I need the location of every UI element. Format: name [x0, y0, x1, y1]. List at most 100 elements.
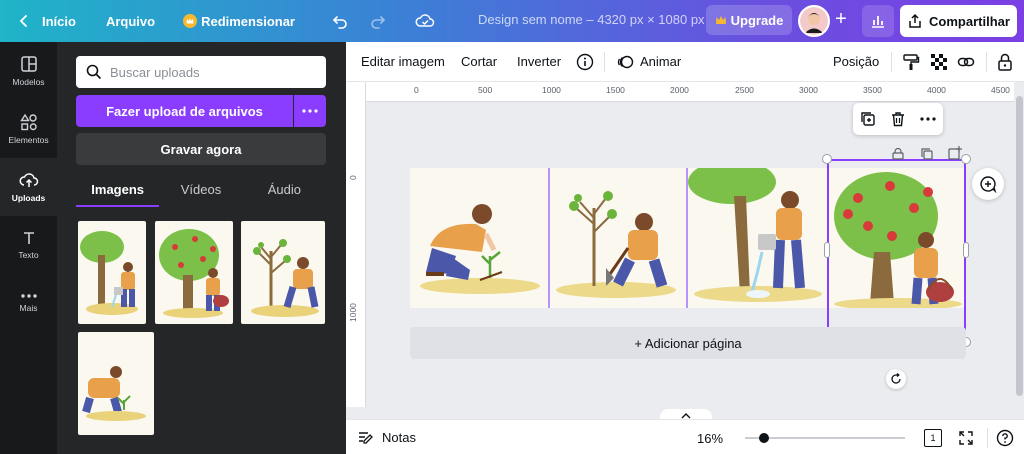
upload-thumbnail-watering[interactable] [78, 221, 146, 324]
redo-button[interactable] [361, 6, 395, 36]
rail-item-more[interactable]: Mais [0, 274, 57, 332]
link-button[interactable] [955, 51, 977, 73]
crown-icon [183, 14, 198, 28]
rotate-icon [891, 373, 901, 384]
more-dots-icon [20, 294, 37, 298]
scrollbar-thumb[interactable] [1016, 96, 1023, 396]
tab-images[interactable]: Imagens [76, 175, 160, 207]
ruler-tick: 0 [414, 85, 419, 95]
rail-item-label: Texto [18, 250, 39, 260]
rail-item-text[interactable]: Texto [0, 216, 57, 274]
fullscreen-icon[interactable] [958, 430, 974, 446]
ruler-vertical: 0 1000 [346, 82, 366, 419]
zoom-slider-knob[interactable] [759, 433, 769, 443]
toolbar-divider [604, 52, 605, 72]
design-title[interactable]: Design sem nome – 4320 px × 1080 px [478, 12, 705, 27]
image-planting[interactable] [410, 168, 549, 308]
animate-button[interactable]: Animar [640, 54, 681, 69]
illustration-sapling [251, 239, 319, 317]
notes-button[interactable]: Notas [358, 430, 416, 445]
ruler-tick: 3000 [799, 85, 818, 95]
image-watering[interactable] [688, 168, 826, 308]
bar-chart-icon [872, 16, 884, 28]
resize-button[interactable]: Redimensionar [175, 6, 303, 36]
cloud-upload-icon [19, 173, 38, 187]
lock-icon [998, 53, 1012, 71]
help-icon[interactable] [996, 429, 1014, 447]
info-icon [576, 53, 594, 71]
share-label: Compartilhar [929, 13, 1010, 29]
page-lock-icon[interactable] [891, 148, 905, 160]
page-add-icon[interactable] [948, 146, 962, 160]
uploads-panel: Fazer upload de arquivos Gravar agora Im… [57, 42, 346, 454]
add-comment-button[interactable] [972, 168, 1004, 200]
resize-handle[interactable] [963, 242, 969, 258]
duplicate-icon[interactable] [860, 111, 876, 127]
search-box[interactable] [76, 56, 326, 88]
paint-format-button[interactable] [900, 51, 922, 73]
upload-files-button[interactable]: Fazer upload de arquivos [76, 95, 293, 127]
page-duplicate-icon[interactable] [920, 148, 934, 160]
resize-handle[interactable] [822, 154, 832, 164]
upgrade-label: Upgrade [730, 12, 784, 28]
canvas-area[interactable]: 0 500 1000 1500 2000 2500 3000 3500 4000… [346, 82, 1014, 419]
ruler-tick: 1000 [348, 303, 358, 322]
toolbar-divider [986, 52, 987, 72]
resize-handle[interactable] [824, 242, 830, 258]
footer-divider [987, 428, 988, 448]
undo-button[interactable] [323, 6, 357, 36]
add-page-button[interactable]: + Adicionar página [410, 327, 966, 359]
home-button[interactable]: Início [8, 6, 84, 36]
cloud-check-icon [415, 14, 435, 27]
image-sapling[interactable] [550, 168, 687, 308]
ruler-tick: 0 [348, 175, 358, 180]
more-dots-icon[interactable] [920, 117, 936, 121]
info-button[interactable] [574, 51, 596, 73]
upload-options-button[interactable] [294, 95, 326, 127]
rail-item-uploads[interactable]: Uploads [0, 158, 57, 216]
avatar[interactable] [798, 5, 830, 37]
flip-button[interactable]: Inverter [517, 54, 561, 69]
selection-box[interactable] [827, 159, 966, 342]
rail-item-label: Mais [19, 303, 38, 313]
left-rail: Modelos Elementos Uploads Texto Mais [0, 42, 57, 454]
illustration-planting [420, 204, 540, 294]
ruler-horizontal: 0 500 1000 1500 2000 2500 3000 3500 4000… [366, 82, 1014, 102]
illustration-watering-tree [688, 168, 822, 302]
illustration-sapling [556, 191, 676, 298]
upload-thumbnail-sapling[interactable] [241, 221, 325, 324]
animate-icon-button[interactable] [614, 51, 636, 73]
zoom-value[interactable]: 16% [697, 431, 723, 446]
upload-thumbnail-apple-tree[interactable] [155, 221, 233, 324]
lock-button[interactable] [994, 51, 1016, 73]
illustration-planting [82, 366, 146, 421]
edit-image-button[interactable]: Editar imagem [361, 54, 445, 69]
share-button[interactable]: Compartilhar [900, 5, 1017, 37]
page-view-button[interactable]: 1 [924, 429, 942, 447]
rail-item-templates[interactable]: Modelos [0, 42, 57, 100]
comment-add-icon [980, 176, 997, 193]
upload-thumbnail-planting[interactable] [78, 332, 154, 435]
position-button[interactable]: Posição [833, 54, 879, 69]
cloud-saved-button[interactable] [407, 6, 443, 36]
resize-handle[interactable] [961, 154, 971, 164]
toolbar-divider [891, 52, 892, 72]
add-collaborator-button[interactable]: + [831, 9, 851, 29]
zoom-slider[interactable] [745, 437, 905, 439]
file-menu-button[interactable]: Arquivo [98, 6, 163, 36]
user-avatar-icon [800, 7, 828, 35]
tab-videos[interactable]: Vídeos [159, 175, 242, 207]
rotate-handle[interactable] [886, 369, 906, 389]
text-icon [23, 232, 34, 244]
tab-audio[interactable]: Áudio [243, 175, 326, 207]
trash-icon[interactable] [890, 111, 906, 127]
search-icon [86, 64, 102, 80]
upgrade-button[interactable]: Upgrade [706, 5, 792, 35]
insights-button[interactable] [862, 5, 894, 37]
record-now-button[interactable]: Gravar agora [76, 133, 326, 165]
vertical-scrollbar[interactable] [1014, 82, 1024, 419]
search-input[interactable] [110, 64, 310, 80]
transparency-button[interactable] [928, 51, 950, 73]
rail-item-elements[interactable]: Elementos [0, 100, 57, 158]
crop-button[interactable]: Cortar [461, 54, 497, 69]
